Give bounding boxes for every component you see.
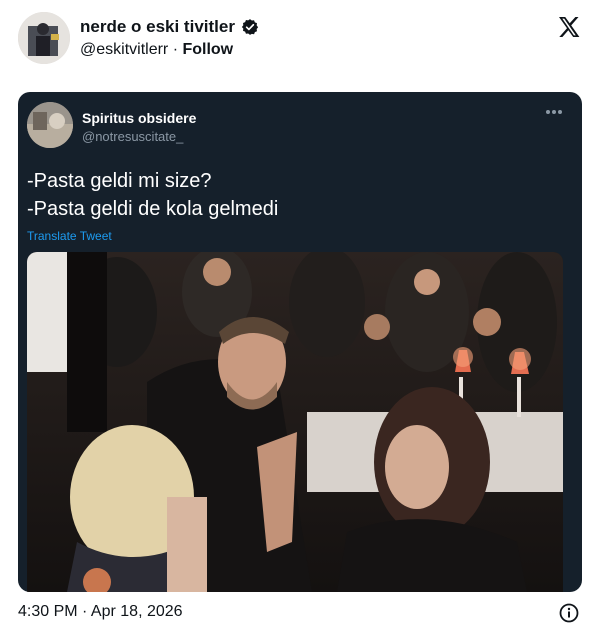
quoted-text-line: -Pasta geldi mi size? xyxy=(27,170,212,192)
quoted-author-avatar[interactable] xyxy=(27,102,73,148)
verified-badge-icon xyxy=(241,19,259,35)
quoted-author-name[interactable]: Spiritus obsidere xyxy=(82,110,196,126)
tweet-footer: 4:30 PM · Apr 18, 2026 xyxy=(0,600,600,630)
author-avatar[interactable] xyxy=(18,12,70,64)
quoted-author-handle[interactable]: @notresuscitate_ xyxy=(82,129,183,144)
author-handle[interactable]: @eskitvitlerr xyxy=(80,41,168,58)
follow-button[interactable]: Follow xyxy=(182,41,233,58)
translate-tweet-link[interactable]: Translate Tweet xyxy=(27,229,112,243)
quoted-text-line: -Pasta geldi de kola gelmedi xyxy=(27,198,279,220)
x-logo-icon[interactable] xyxy=(557,15,581,39)
tweet-header: nerde o eski tivitler @eskitvitlerr · Fo… xyxy=(0,0,600,80)
quoted-tweet-card[interactable]: Spiritus obsidere @notresuscitate_ -Past… xyxy=(18,92,582,592)
author-handle-row: @eskitvitlerr · Follow xyxy=(80,41,233,59)
more-options-icon[interactable] xyxy=(545,108,563,116)
author-name-row: nerde o eski tivitler xyxy=(80,17,259,37)
handle-separator: · xyxy=(168,41,183,58)
tweet-timestamp[interactable]: 4:30 PM · Apr 18, 2026 xyxy=(18,603,183,621)
quoted-tweet-photo[interactable] xyxy=(27,252,563,592)
info-icon[interactable] xyxy=(559,603,579,623)
author-name[interactable]: nerde o eski tivitler xyxy=(80,17,235,37)
